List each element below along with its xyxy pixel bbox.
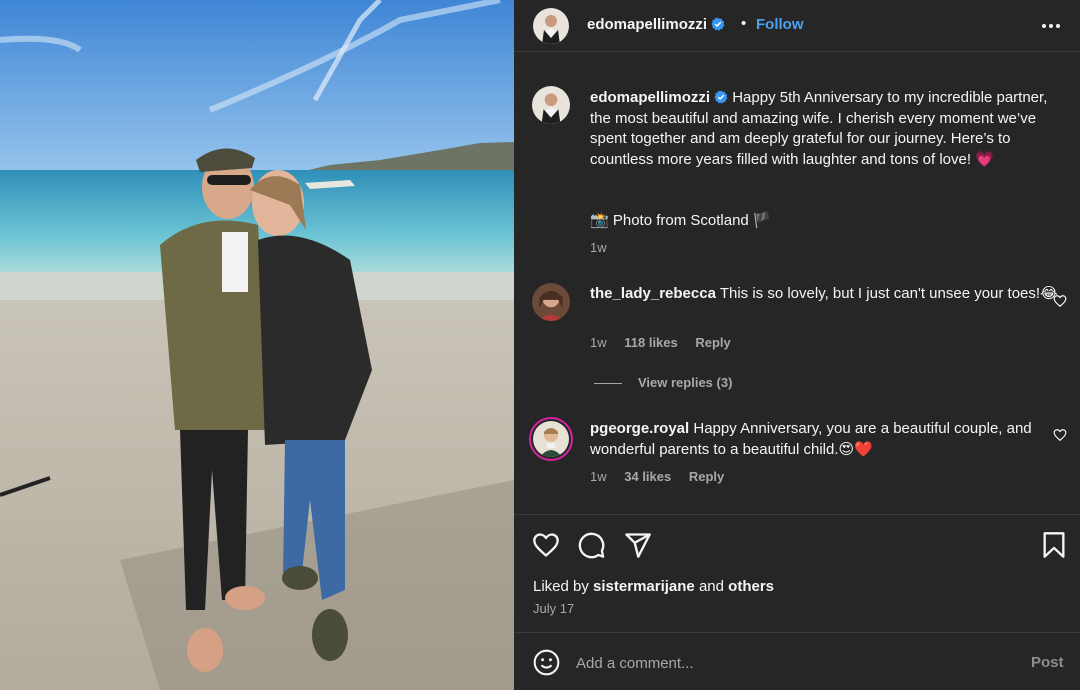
liked-by-user[interactable]: sistermarijane <box>593 578 695 595</box>
liked-by-prefix: Liked by <box>533 578 589 595</box>
add-comment-bar: Post <box>514 632 1080 690</box>
liked-by-summary: Liked by sistermarijane and others <box>533 578 774 595</box>
caption-timestamp: 1w <box>590 240 621 255</box>
caption-text: edomapellimozzi Happy 5th Anniversary to… <box>590 88 1060 170</box>
comment-text: the_lady_rebecca This is so lovely, but … <box>590 284 1060 305</box>
caption-time: 1w <box>590 240 607 255</box>
author-username-text[interactable]: edomapellimozzi <box>587 16 707 33</box>
verified-badge-icon <box>714 90 728 104</box>
comment-like-heart-icon[interactable] <box>1053 428 1067 442</box>
caption-author-avatar[interactable] <box>532 86 570 124</box>
post-header: edomapellimozzi • Follow <box>514 0 1080 52</box>
verified-badge-icon <box>711 17 725 31</box>
comments-list[interactable]: edomapellimozzi Happy 5th Anniversary to… <box>514 53 1080 513</box>
author-avatar[interactable] <box>533 8 569 44</box>
post-date[interactable]: July 17 <box>533 601 574 616</box>
comment-reply-button[interactable]: Reply <box>689 469 724 484</box>
caption-username[interactable]: edomapellimozzi <box>590 89 710 106</box>
comment-bubble-icon[interactable] <box>578 531 606 559</box>
comment-time: 1w <box>590 335 607 350</box>
comment-like-heart-icon[interactable] <box>1053 294 1067 308</box>
comment-username[interactable]: the_lady_rebecca <box>590 285 716 302</box>
follow-button[interactable]: Follow <box>756 16 804 33</box>
author-username[interactable]: edomapellimozzi <box>587 16 725 33</box>
header-separator: • <box>741 15 747 32</box>
caption-photo-note: 📸 Photo from Scotland 🏴 <box>590 212 772 229</box>
more-options-icon[interactable] <box>1040 16 1062 36</box>
comment-time: 1w <box>590 469 607 484</box>
commenter-avatar-story-ring[interactable] <box>529 417 573 461</box>
comment-username[interactable]: pgeorge.royal <box>590 420 689 437</box>
comment-meta: 1w 118 likes Reply <box>590 335 745 350</box>
comment-reply-button[interactable]: Reply <box>695 335 730 350</box>
emoji-smiley-icon[interactable] <box>533 649 560 676</box>
bookmark-icon[interactable] <box>1040 531 1068 559</box>
liked-by-others[interactable]: others <box>728 578 774 595</box>
heart-icon[interactable] <box>532 531 560 559</box>
post-actions: Liked by sistermarijane and others July … <box>514 514 1080 632</box>
view-replies-button[interactable]: View replies (3) <box>594 375 732 390</box>
scroll-fade <box>514 501 1080 513</box>
liked-by-and: and <box>698 578 724 595</box>
replies-divider <box>594 383 622 385</box>
post-detail-panel: edomapellimozzi • Follow edomapellimozzi… <box>514 0 1080 690</box>
comment-likes-count[interactable]: 34 likes <box>624 469 671 484</box>
commenter-avatar[interactable] <box>532 283 570 321</box>
comment-likes-count[interactable]: 118 likes <box>624 335 678 350</box>
comment-text: pgeorge.royal Happy Anniversary, you are… <box>590 419 1060 460</box>
comment-meta: 1w 34 likes Reply <box>590 469 738 484</box>
post-photo[interactable] <box>0 0 514 690</box>
view-replies-label[interactable]: View replies (3) <box>638 375 732 390</box>
comment-input[interactable] <box>576 651 996 675</box>
paper-plane-icon[interactable] <box>624 531 652 559</box>
comment-body: This is so lovely, but I just can't unse… <box>719 285 1058 302</box>
post-comment-button[interactable]: Post <box>1031 654 1064 671</box>
